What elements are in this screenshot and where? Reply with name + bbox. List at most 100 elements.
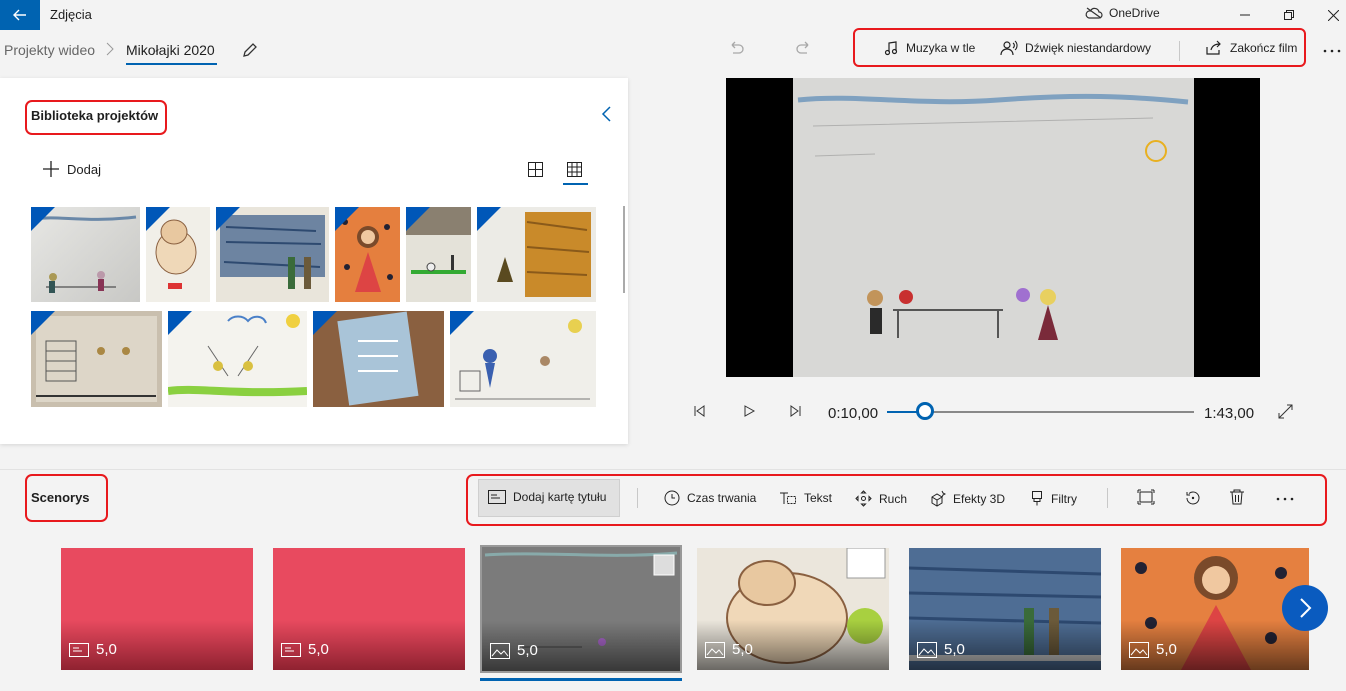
delete-button[interactable] [1229, 488, 1245, 506]
minimize-button[interactable] [1222, 0, 1268, 30]
3d-effects-button[interactable]: Efekty 3D [929, 490, 1005, 507]
onedrive-status[interactable]: OneDrive [1085, 6, 1160, 20]
media-thumbnail[interactable] [335, 207, 400, 302]
toolbar-divider [1179, 41, 1180, 61]
media-thumbnail[interactable] [216, 207, 329, 302]
fullscreen-button[interactable] [1278, 404, 1293, 419]
next-frame-button[interactable] [789, 404, 803, 418]
maximize-button[interactable] [1266, 0, 1312, 30]
more-options-button[interactable] [1322, 39, 1342, 59]
undo-icon [731, 41, 744, 54]
small-grid-view-button[interactable] [567, 162, 582, 177]
cube-sparkle-icon [931, 490, 946, 507]
title-card-icon [281, 642, 301, 657]
toolbar-divider [637, 488, 638, 508]
person-voice-icon [1000, 40, 1018, 56]
media-thumbnail[interactable] [168, 311, 307, 407]
clip-duration: 5,0 [490, 642, 538, 659]
minimize-icon [1240, 14, 1250, 16]
section-divider [0, 469, 1346, 470]
pencil-icon [243, 43, 257, 57]
more-horizontal-icon [1276, 497, 1294, 501]
clock-icon [664, 490, 680, 506]
in-use-marker [450, 311, 474, 335]
brush-icon [1032, 491, 1042, 506]
in-use-marker [477, 207, 501, 231]
redo-icon [796, 41, 809, 54]
resize-button[interactable] [1137, 489, 1155, 505]
storyboard-more-button[interactable] [1275, 488, 1295, 508]
text-button[interactable]: Tekst [779, 490, 832, 506]
rotate-button[interactable] [1184, 489, 1202, 507]
background-music-label: Muzyka w tle [906, 41, 976, 55]
clip-duration: 5,0 [705, 641, 753, 658]
media-thumbnail[interactable] [146, 207, 210, 302]
duration-button[interactable]: Czas trwania [664, 490, 756, 506]
in-use-marker [168, 311, 192, 335]
media-thumbnail[interactable] [313, 311, 444, 407]
app-title: Zdjęcia [50, 7, 92, 22]
storyboard-clip[interactable]: 5,0 [1121, 548, 1309, 670]
media-thumbnail[interactable] [450, 311, 596, 407]
add-media-label: Dodaj [67, 161, 101, 177]
media-thumbnail[interactable] [31, 311, 162, 407]
restore-icon [1284, 10, 1294, 20]
custom-audio-button[interactable]: Dźwięk niestandardowy [1000, 40, 1151, 56]
finish-video-button[interactable]: Zakończ film [1205, 40, 1297, 56]
plus-icon [43, 161, 59, 177]
filters-button[interactable]: Filtry [1030, 490, 1077, 507]
view-toggle-underline [563, 183, 588, 185]
motion-button[interactable]: Ruch [855, 490, 907, 507]
storyboard-title: Scenorys [31, 490, 90, 505]
step-back-icon [694, 405, 705, 417]
previous-frame-button[interactable] [692, 404, 706, 418]
title-card-icon [488, 490, 506, 504]
chevron-right-icon [1300, 598, 1312, 618]
in-use-marker [335, 207, 359, 231]
breadcrumb-parent[interactable]: Projekty wideo [4, 42, 95, 58]
add-media-button[interactable]: Dodaj [42, 160, 101, 178]
background-music-button[interactable]: Muzyka w tle [883, 40, 975, 56]
share-export-icon [1206, 40, 1221, 55]
seek-thumb[interactable] [916, 402, 934, 420]
rename-button[interactable] [241, 41, 259, 59]
storyboard-clip[interactable]: 5,0 [273, 548, 465, 670]
add-title-card-button[interactable]: Dodaj kartę tytułu [488, 490, 606, 504]
storyboard-next-button[interactable] [1282, 585, 1328, 631]
custom-audio-label: Dźwięk niestandardowy [1025, 41, 1152, 55]
in-use-marker [313, 311, 337, 335]
drawing-preview-image [797, 93, 1189, 340]
title-card-icon [69, 642, 89, 657]
image-icon [705, 641, 725, 658]
library-scrollbar[interactable] [623, 206, 625, 293]
duration-label: Czas trwania [687, 491, 757, 505]
media-thumbnail[interactable] [31, 207, 140, 302]
storyboard-clip-selected[interactable]: 5,0 [480, 545, 682, 673]
text-label: Tekst [804, 491, 833, 505]
in-use-marker [216, 207, 240, 231]
trash-icon [1230, 489, 1244, 505]
play-icon [744, 405, 756, 417]
in-use-marker [31, 311, 55, 335]
clip-duration-label: 5,0 [732, 641, 753, 658]
total-time: 1:43,00 [1204, 405, 1255, 422]
collapse-library-button[interactable] [600, 105, 614, 123]
toolbar-divider [1107, 488, 1108, 508]
undo-button[interactable] [727, 40, 745, 58]
step-forward-icon [790, 405, 801, 417]
large-grid-view-button[interactable] [528, 162, 543, 177]
storyboard-clip[interactable]: 5,0 [909, 548, 1101, 670]
redo-button[interactable] [795, 40, 813, 58]
filters-label: Filtry [1051, 491, 1077, 506]
more-horizontal-icon [1323, 49, 1341, 53]
storyboard-clip[interactable]: 5,0 [61, 548, 253, 670]
close-button[interactable] [1310, 0, 1346, 30]
storyboard-clip[interactable]: 5,0 [697, 548, 889, 670]
clip-duration-label: 5,0 [517, 642, 538, 659]
play-button[interactable] [742, 404, 756, 418]
back-button[interactable] [0, 0, 40, 30]
preview-frame-image [793, 78, 1194, 377]
current-time: 0:10,00 [828, 405, 879, 422]
media-thumbnail[interactable] [406, 207, 471, 302]
media-thumbnail[interactable] [477, 207, 596, 302]
